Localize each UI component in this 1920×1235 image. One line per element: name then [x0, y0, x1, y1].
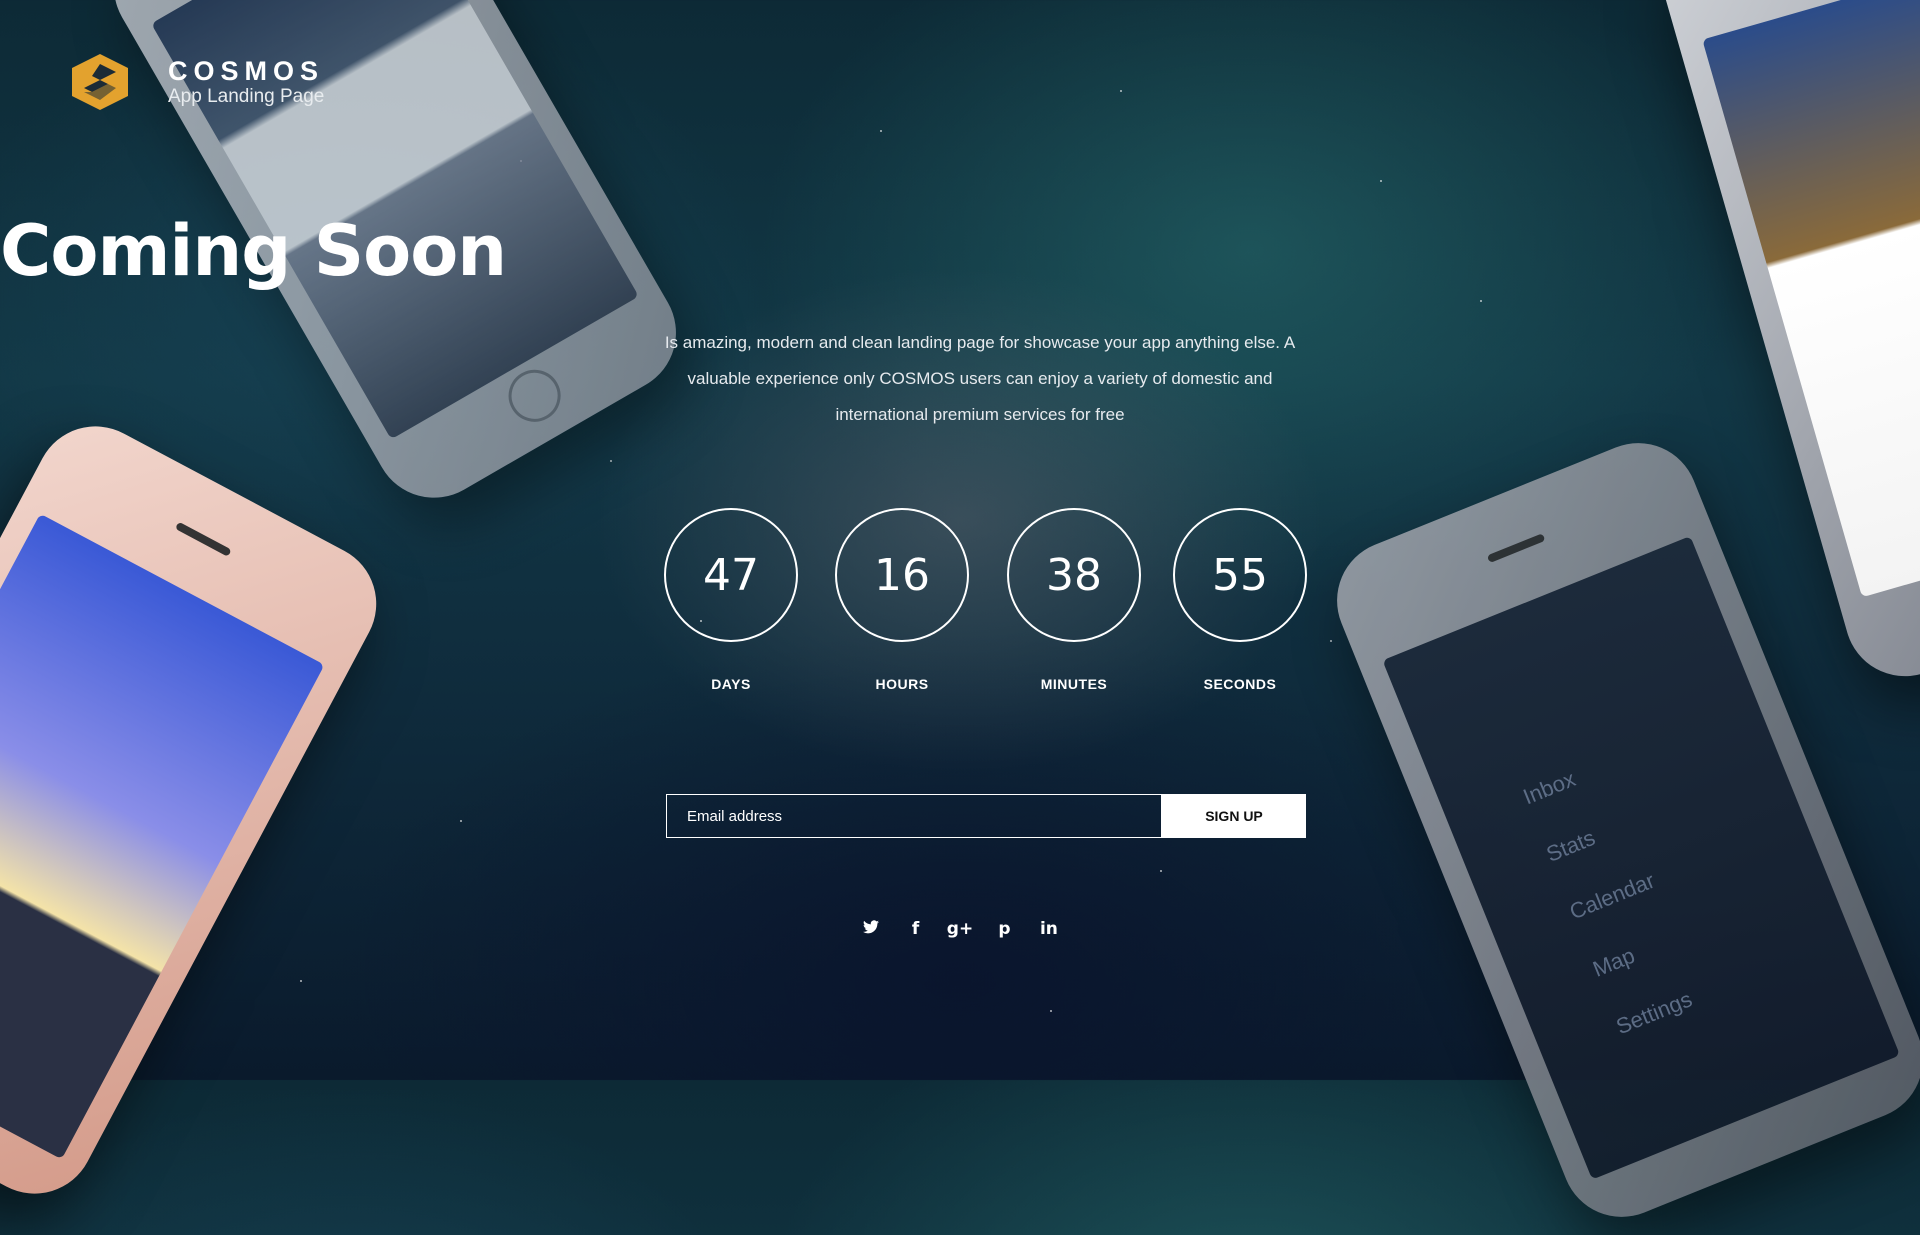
facebook-icon[interactable]: f	[896, 914, 936, 944]
countdown-value: 16	[835, 508, 969, 642]
linkedin-icon[interactable]: in	[1029, 914, 1069, 944]
hero-description: Is amazing, modern and clean landing pag…	[664, 333, 1296, 424]
phone-home-button	[499, 360, 571, 432]
brand-name: COSMOS	[168, 56, 325, 86]
google-plus-icon[interactable]: g+	[940, 914, 980, 944]
phone-screen: Inbox Stats Calendar Map Settings	[1382, 536, 1901, 1180]
phone-mockup-bottom-left	[0, 405, 398, 1215]
brand-tagline: App Landing Page	[168, 86, 325, 107]
social-links: f g+ p in	[0, 914, 1920, 944]
countdown-seconds: 55 SECONDS	[1173, 508, 1307, 692]
countdown-minutes: 38 MINUTES	[1007, 508, 1141, 692]
countdown-value: 55	[1173, 508, 1307, 642]
phone-menu: Inbox Stats Calendar Map Settings	[1513, 736, 1712, 1057]
pinterest-icon[interactable]: p	[984, 914, 1024, 944]
countdown-value: 47	[664, 508, 798, 642]
countdown-days: 47 DAYS	[664, 508, 798, 692]
signup-form: SIGN UP	[666, 794, 1306, 838]
countdown-hours: 16 HOURS	[835, 508, 969, 692]
brand-logo[interactable]: COSMOS App Landing Page	[68, 52, 324, 112]
signup-button[interactable]: SIGN UP	[1162, 794, 1306, 838]
phone-screen	[0, 513, 325, 1160]
phone-speaker	[174, 521, 232, 557]
countdown-label: DAYS	[711, 676, 751, 692]
countdown-label: SECONDS	[1203, 676, 1277, 692]
page-title: Coming Soon	[0, 210, 507, 292]
phone-speaker	[1486, 533, 1546, 564]
phone-screen	[1702, 0, 1920, 598]
countdown-label: HOURS	[875, 676, 929, 692]
twitter-icon[interactable]	[851, 914, 891, 944]
countdown-value: 38	[1007, 508, 1141, 642]
countdown-label: MINUTES	[1040, 676, 1108, 692]
cosmos-logo-icon	[72, 54, 128, 110]
email-input[interactable]	[666, 794, 1162, 838]
